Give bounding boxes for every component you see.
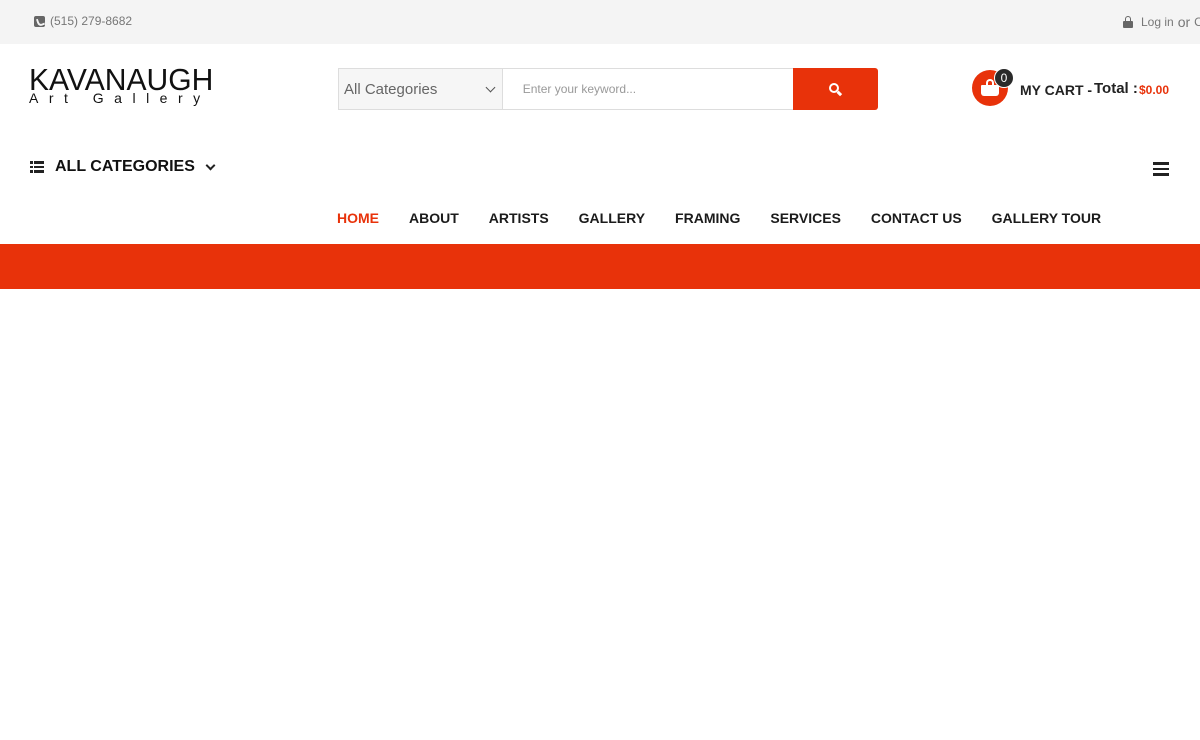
search-input[interactable] — [502, 68, 794, 110]
nav-home[interactable]: HOME — [337, 210, 379, 226]
cart-total-value: $0.00 — [1139, 83, 1170, 97]
lock-icon — [1123, 16, 1133, 28]
login-link[interactable]: Log in — [1141, 15, 1174, 29]
nav-about[interactable]: ABOUT — [409, 210, 459, 226]
nav-framing[interactable]: FRAMING — [675, 210, 740, 226]
phone-icon — [34, 15, 45, 27]
logo-title: KAVANAUGH — [29, 62, 214, 97]
chevron-down-icon — [205, 160, 216, 170]
search-bar: All Categories — [338, 68, 878, 110]
phone-contact[interactable]: (515) 279-8682 — [34, 14, 132, 28]
menu-icon[interactable] — [1153, 162, 1169, 176]
phone-number: (515) 279-8682 — [50, 14, 133, 28]
account-links: Log in or C — [1123, 14, 1200, 30]
nav-gallery-tour[interactable]: GALLERY TOUR — [992, 210, 1101, 226]
top-bar: (515) 279-8682 Log in or C — [0, 0, 1200, 44]
site-logo[interactable]: KAVANAUGH Art Gallery — [29, 64, 229, 108]
nav-gallery[interactable]: GALLERY — [579, 210, 645, 226]
category-select-value: All Categories — [344, 80, 438, 98]
category-select[interactable]: All Categories — [338, 68, 503, 110]
nav-services[interactable]: SERVICES — [770, 210, 841, 226]
create-account-link[interactable]: C — [1194, 15, 1200, 29]
list-icon — [30, 161, 44, 173]
cart-total-label: Total : — [1094, 80, 1138, 97]
cart-count-badge: 0 — [994, 68, 1014, 88]
search-icon — [829, 82, 843, 96]
nav-contact-us[interactable]: CONTACT US — [871, 210, 962, 226]
search-button[interactable] — [793, 68, 878, 110]
all-categories-label: ALL CATEGORIES — [55, 158, 195, 175]
nav-artists[interactable]: ARTISTS — [489, 210, 549, 226]
main-nav: HOME ABOUT ARTISTS GALLERY FRAMING SERVI… — [337, 210, 1131, 226]
all-categories-toggle[interactable]: ALL CATEGORIES — [30, 158, 216, 176]
or-separator: or — [1177, 14, 1191, 30]
hero-banner — [0, 244, 1200, 289]
chevron-down-icon — [485, 82, 496, 92]
mini-cart[interactable]: 0 MY CART - Total : $0.00 — [972, 68, 1182, 108]
cart-label: MY CART - — [1020, 82, 1093, 98]
